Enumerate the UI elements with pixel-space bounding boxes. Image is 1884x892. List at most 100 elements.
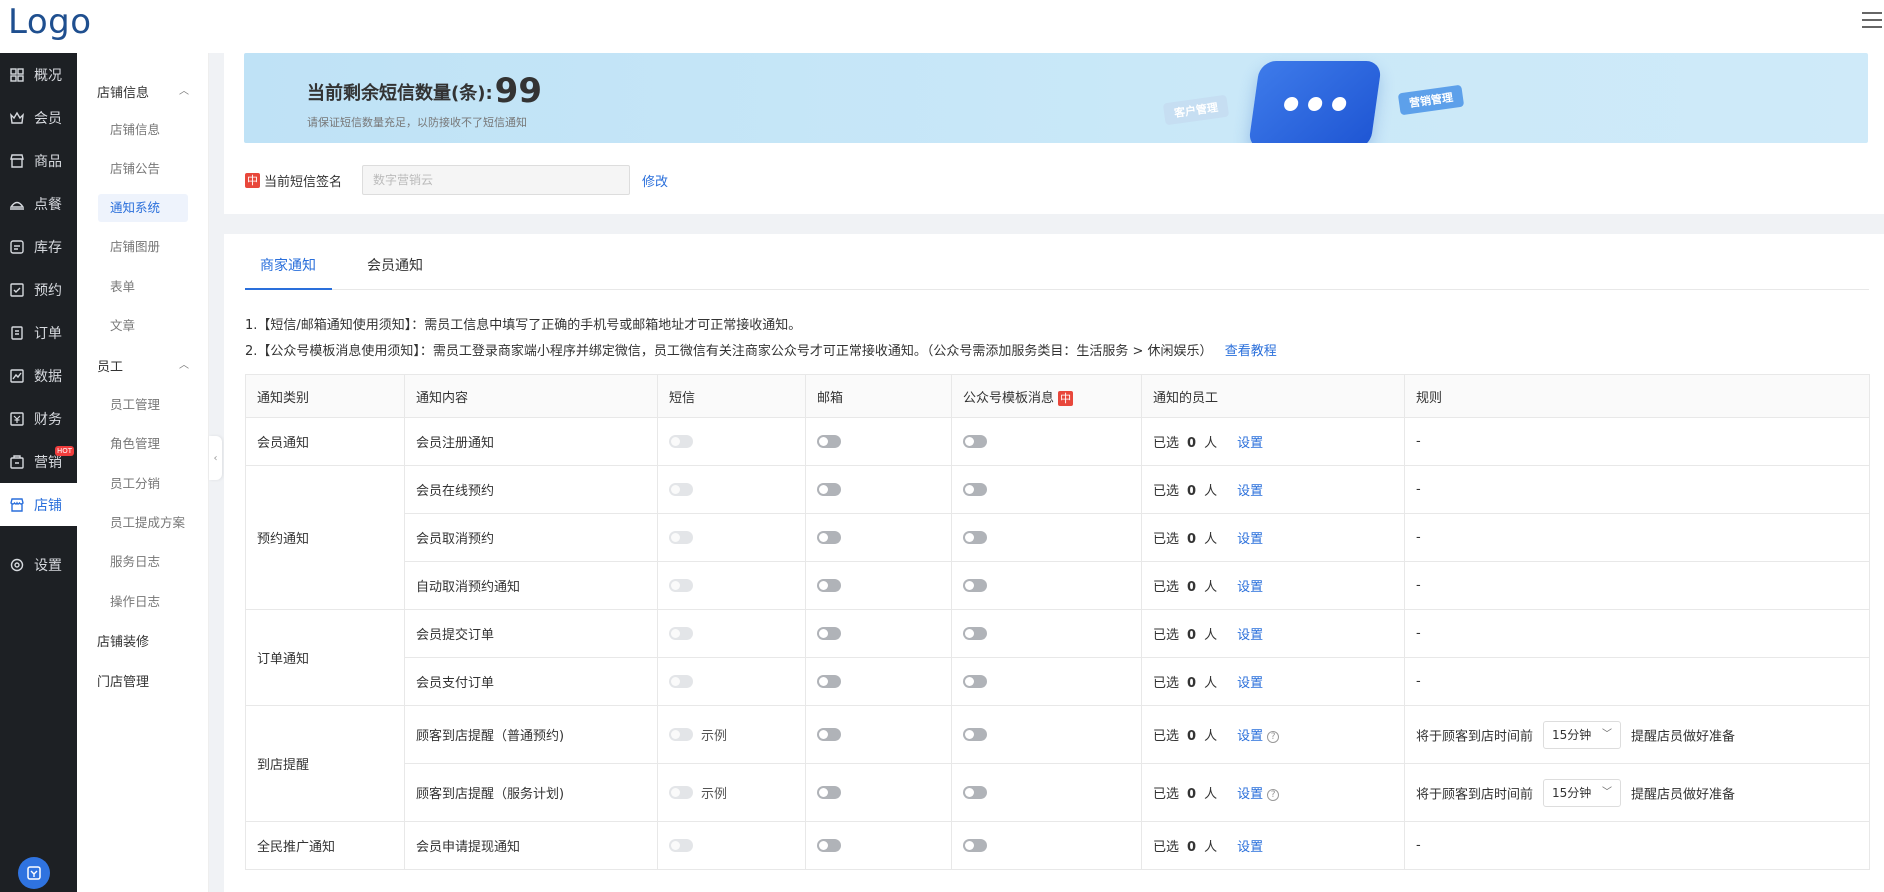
example-link[interactable]: 示例 [701,729,727,744]
wechat-cell [951,705,1142,764]
sms-toggle[interactable] [669,435,693,448]
sidebar-item-settings[interactable]: 设置 [0,543,77,586]
example-link[interactable]: 示例 [701,787,727,802]
selected-suffix: 人 [1204,729,1218,744]
subnav-item-store-album[interactable]: 店铺图册 [98,233,188,261]
set-staff-link[interactable]: 设置 [1237,840,1263,855]
set-staff-link[interactable]: 设置 [1237,729,1263,744]
sms-toggle[interactable] [669,839,693,852]
subnav-item-outlet-manage[interactable]: 门店管理 [97,671,149,690]
subnav-item-service-log[interactable]: 服务日志 [98,548,188,576]
finance-icon [9,411,25,427]
email-toggle[interactable] [817,627,841,640]
main-sidebar: 概况 会员 商品 点餐 库存 预约 订单 数据 财务 营销 HOT 店铺 设置 [0,53,77,892]
subnav-item-operation-log[interactable]: 操作日志 [98,588,188,616]
sms-toggle[interactable] [669,483,693,496]
wechat-toggle[interactable] [963,786,987,799]
reminder-time-select[interactable]: 15分钟 ﹀ [1543,778,1622,807]
language-badge: 中 [245,172,260,188]
help-icon[interactable]: ? [1267,730,1280,743]
table-row: 顾客到店提醒（服务计划) 示例 已选 0 人 设置? 将于顾客到店时间前 15分钟 ﹀ 提醒… [246,763,1870,822]
email-toggle[interactable] [817,786,841,799]
sidebar-item-goods[interactable]: 商品 [0,139,77,182]
sms-toggle[interactable] [669,579,693,592]
subnav-group-staff[interactable]: 员工 ︿ [97,356,189,375]
content-cell: 会员提交订单 [404,609,658,658]
subnav-item-staff-distribution[interactable]: 员工分销 [98,470,188,498]
selected-count: 0 [1187,484,1197,499]
subnav-item-store-notice[interactable]: 店铺公告 [98,155,188,183]
hot-badge: HOT [55,446,75,456]
sms-toggle[interactable] [669,675,693,688]
staff-cell: 已选 0 人 设置 [1141,609,1405,658]
view-tutorial-link[interactable]: 查看教程 [1225,344,1277,359]
tab-member-notification[interactable]: 会员通知 [367,255,423,275]
wechat-cell [951,513,1142,562]
subnav-item-commission-plan[interactable]: 员工提成方案 [98,509,188,537]
customer-service-icon[interactable] [18,857,50,889]
tab-merchant-notification[interactable]: 商家通知 [260,255,316,275]
wechat-toggle[interactable] [963,435,987,448]
subnav-item-notification-system[interactable]: 通知系统 [98,194,188,222]
sidebar-item-member[interactable]: 会员 [0,96,77,139]
email-toggle[interactable] [817,839,841,852]
email-toggle[interactable] [817,483,841,496]
sms-signature-input[interactable]: 数字营销云 [362,165,631,195]
subnav-item-article[interactable]: 文章 [98,312,188,340]
wechat-toggle[interactable] [963,728,987,741]
help-icon[interactable]: ? [1267,788,1280,801]
sidebar-item-shop[interactable]: 店铺 [0,483,77,526]
subnav-item-form[interactable]: 表单 [98,273,188,301]
wechat-toggle[interactable] [963,579,987,592]
wechat-toggle[interactable] [963,839,987,852]
email-toggle[interactable] [817,675,841,688]
sidebar-item-marketing[interactable]: 营销 HOT [0,440,77,483]
sidebar-item-dining[interactable]: 点餐 [0,182,77,225]
set-staff-link[interactable]: 设置 [1237,484,1263,499]
set-staff-link[interactable]: 设置 [1237,676,1263,691]
sidebar-item-finance[interactable]: 财务 [0,397,77,440]
sidebar-item-booking[interactable]: 预约 [0,268,77,311]
reminder-time-select[interactable]: 15分钟 ﹀ [1543,720,1622,749]
sidebar-item-inventory[interactable]: 库存 [0,225,77,268]
email-toggle[interactable] [817,531,841,544]
staff-cell: 已选 0 人 设置 [1141,465,1405,514]
set-staff-link[interactable]: 设置 [1237,436,1263,451]
set-staff-link[interactable]: 设置 [1237,532,1263,547]
order-icon [9,325,25,341]
subnav-group-label: 店铺信息 [97,86,150,101]
email-toggle[interactable] [817,579,841,592]
subnav-item-role-manage[interactable]: 角色管理 [98,430,188,458]
sms-toggle[interactable] [669,786,693,799]
set-staff-link[interactable]: 设置 [1237,580,1263,595]
sidebar-item-overview[interactable]: 概况 [0,53,77,96]
sidebar-item-label: 预约 [34,282,62,299]
email-cell [805,609,952,658]
content-cell: 顾客到店提醒（服务计划) [404,763,658,822]
subnav-group-store[interactable]: 店铺信息 ︿ [97,82,189,101]
sms-toggle[interactable] [669,531,693,544]
banner-tag-customer: 客户管理 [1162,94,1230,126]
sidebar-item-data[interactable]: 数据 [0,354,77,397]
set-staff-link[interactable]: 设置 [1237,787,1263,802]
selected-prefix: 已选 [1153,532,1180,547]
set-staff-link[interactable]: 设置 [1237,628,1263,643]
subnav-item-staff-manage[interactable]: 员工管理 [98,391,188,419]
sms-toggle[interactable] [669,627,693,640]
edit-signature-link[interactable]: 修改 [642,171,668,190]
email-toggle[interactable] [817,728,841,741]
subnav-item-store-info[interactable]: 店铺信息 [98,116,188,144]
wechat-toggle[interactable] [963,483,987,496]
wechat-toggle[interactable] [963,531,987,544]
collapse-sidebar-handle[interactable]: ‹ [209,436,222,480]
logo[interactable]: Logo [8,2,92,42]
sidebar-item-order[interactable]: 订单 [0,311,77,354]
wechat-toggle[interactable] [963,627,987,640]
email-toggle[interactable] [817,435,841,448]
sms-toggle[interactable] [669,728,693,741]
subnav-item-store-decor[interactable]: 店铺装修 [97,631,149,650]
selected-prefix: 已选 [1153,840,1180,855]
selected-suffix: 人 [1204,580,1218,595]
hamburger-menu-icon[interactable] [1862,12,1882,28]
wechat-toggle[interactable] [963,675,987,688]
